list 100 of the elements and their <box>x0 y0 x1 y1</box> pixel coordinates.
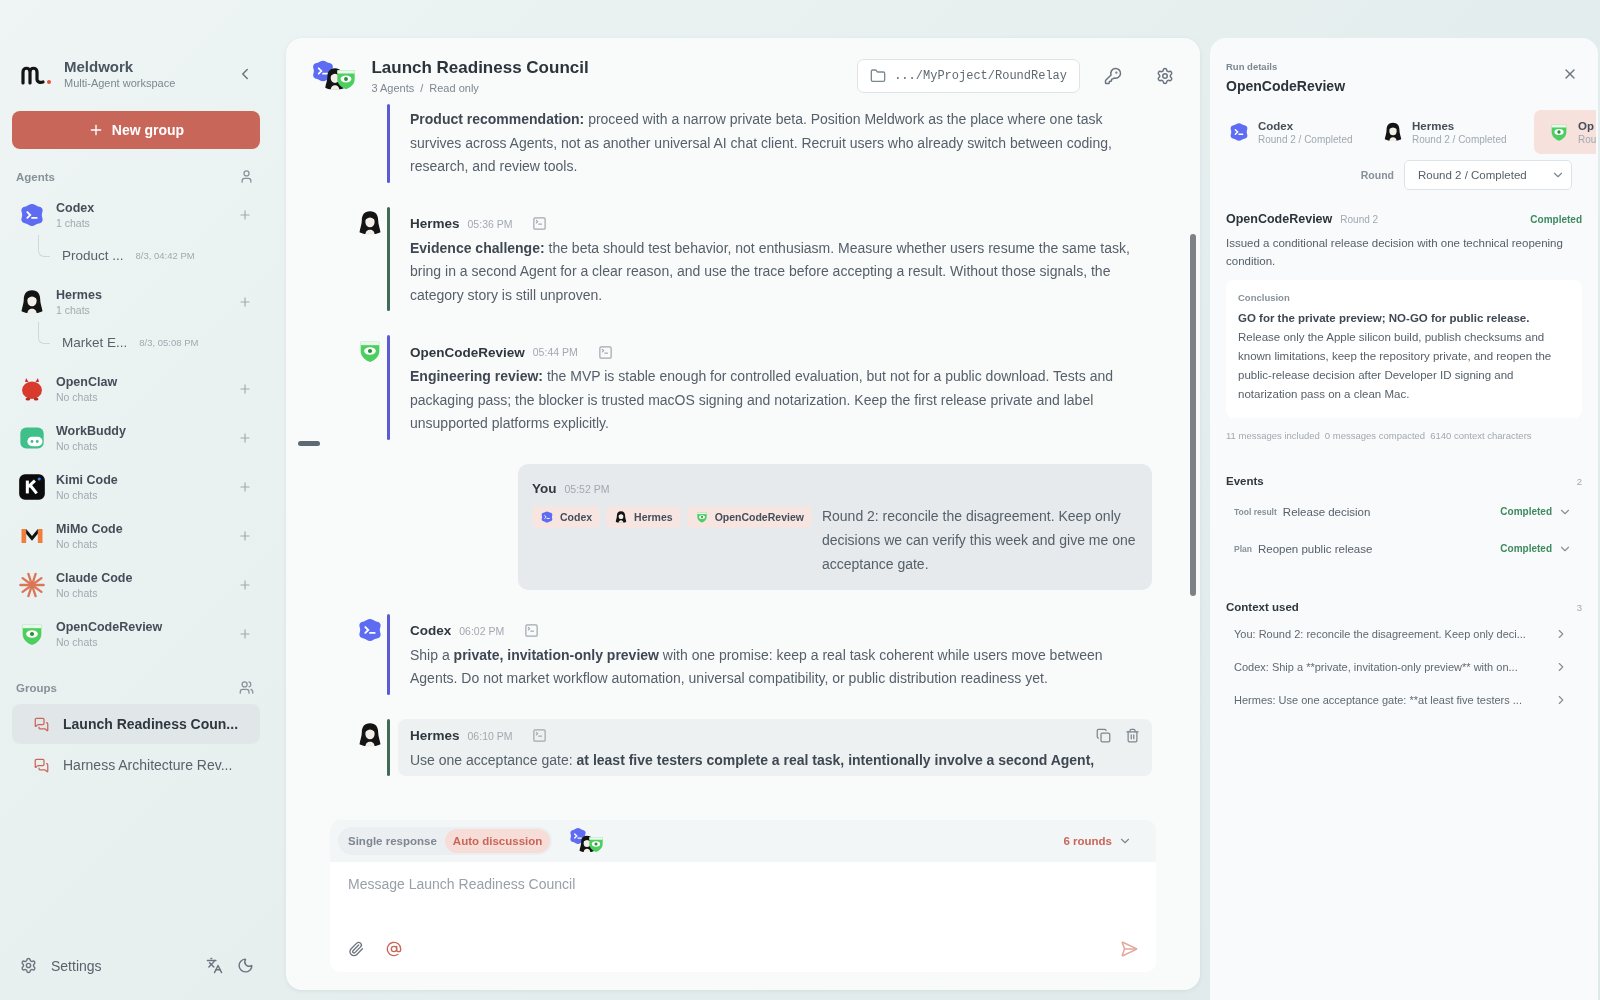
event-type: Tool result <box>1234 506 1277 517</box>
conclusion-label: Conclusion <box>1238 292 1291 303</box>
context-item[interactable]: Hermes: Use one acceptance gate: **at least five testers ... <box>1234 693 1522 706</box>
chat-count: No chats <box>56 635 99 648</box>
shield-eye-icon <box>694 509 709 524</box>
add-icon[interactable] <box>238 430 252 445</box>
message-time: 05:44 PM <box>532 346 578 358</box>
add-icon[interactable] <box>238 207 252 222</box>
terminal-icon[interactable] <box>597 344 613 360</box>
chat-title[interactable]: Market E... <box>62 334 128 350</box>
terminal-icon[interactable] <box>532 216 548 231</box>
event-title: Reopen public release <box>1257 542 1374 555</box>
status-label: Completed <box>1530 214 1582 225</box>
item-count: 2 <box>1576 475 1582 487</box>
terminal-icon[interactable] <box>532 728 548 743</box>
agent-item[interactable]: MiMo Code No chats <box>12 511 260 560</box>
event-type: Plan <box>1234 543 1252 554</box>
agent-name: MiMo Code <box>56 521 124 536</box>
mention-chip: Hermes <box>606 505 681 528</box>
agent-tab[interactable]: Codex Round 2 / Completed <box>1226 110 1378 154</box>
agent-item[interactable]: Kimi Code No chats <box>12 462 260 511</box>
message-field[interactable]: Message Launch Readiness Council <box>346 874 1140 934</box>
terminal-icon[interactable] <box>524 623 540 638</box>
event-title: Release decision <box>1282 505 1372 518</box>
trash-icon[interactable] <box>1125 728 1140 743</box>
chat-count: 1 chats <box>56 303 91 316</box>
rounds-dropdown[interactable]: 6 rounds <box>1057 833 1138 849</box>
agent-item[interactable]: OpenCodeReview No chats <box>12 609 260 658</box>
add-icon[interactable] <box>238 294 252 309</box>
agent-name: OpenClaw <box>56 374 119 389</box>
starburst-icon <box>18 570 46 599</box>
agent-name: Claude Code <box>56 570 134 585</box>
message-text: Round 2: reconcile the disagreement. Keep only decisions we can verify this week and give me one acceptance gate. <box>821 506 1136 574</box>
mention-icon[interactable] <box>386 941 402 957</box>
agent-name: OpenCodeReview <box>1226 212 1333 226</box>
message-author: Codex <box>410 623 452 638</box>
folder-button[interactable]: .../MyProject/RoundRelay <box>857 59 1080 93</box>
message-text: Product recommendation: proceed with a narrow private beta. Position Meldwork as the place where one task survives across Agents, not as another universal AI chat client. Recruit users who already switch between coding, research, and review tools. <box>410 110 1113 176</box>
group-item[interactable]: Harness Architecture Rev... <box>12 745 260 785</box>
chat-bubbles-icon <box>34 716 49 732</box>
agent-tab[interactable]: Hermes Round 2 / Completed <box>1380 110 1532 154</box>
section-heading: Agents <box>16 170 55 183</box>
agent-tab[interactable]: Op Rou <box>1534 110 1597 154</box>
copy-icon[interactable] <box>1096 728 1111 743</box>
add-icon[interactable] <box>238 381 252 396</box>
add-icon[interactable] <box>238 479 252 494</box>
add-icon[interactable] <box>238 528 252 543</box>
message-text: Use one acceptance gate: at least five testers complete a real task, intentionally involve a second Agent, <box>410 750 1096 770</box>
agent-item[interactable]: Codex 1 chats <box>12 190 260 239</box>
key-icon[interactable] <box>1104 67 1122 85</box>
event-item[interactable]: Tool result Release decision Completed <box>1226 493 1582 530</box>
agent-name: Codex <box>56 200 96 215</box>
conclusion-text: GO for the private preview; NO-GO for public release. Release only the Apple silicon build, publish checksums and known limitations, keep the repository private, and reopen the public-release decision after Developer ID signing and notarization pass on a clean Mac. <box>1238 311 1553 402</box>
chat-time: 8/3, 04:42 PM <box>135 249 195 261</box>
conversation-title: Launch Readiness Council <box>371 58 590 78</box>
agent-count: 3 Agents <box>371 82 415 94</box>
message-author: You <box>532 481 557 496</box>
chat-title[interactable]: Product ... <box>62 247 124 263</box>
composer-box[interactable]: Message Launch Readiness Council <box>330 862 1156 972</box>
settings-icon[interactable] <box>1156 67 1174 85</box>
resize-handle[interactable] <box>298 441 320 446</box>
send-icon[interactable] <box>1120 940 1138 958</box>
moon-icon[interactable] <box>237 957 254 974</box>
round-number: Round 2 <box>1340 214 1379 225</box>
round-select[interactable]: Round 2 / Completed <box>1404 160 1572 190</box>
stat-text: 11 messages included <box>1226 430 1320 441</box>
section-heading: Context used <box>1226 601 1299 613</box>
separator: / <box>420 82 424 94</box>
message-author: Hermes <box>410 216 460 231</box>
status-label: Completed <box>1500 543 1552 554</box>
agent-item[interactable]: Claude Code No chats <box>12 560 260 609</box>
agent-name: Kimi Code <box>56 472 119 487</box>
agent-item[interactable]: WorkBuddy No chats <box>12 413 260 462</box>
chat-count: No chats <box>56 439 99 452</box>
event-item[interactable]: Plan Reopen public release Completed <box>1226 530 1582 567</box>
chat-time: 8/3, 05:08 PM <box>139 336 199 348</box>
settings-icon[interactable] <box>20 957 37 974</box>
app-name: Meldwork <box>64 58 135 75</box>
group-item[interactable]: Launch Readiness Coun... <box>12 704 260 744</box>
agent-name: OpenCodeReview <box>56 619 164 634</box>
message-text: Evidence challenge: the beta should test behavior, not enthusiasm. Measure whether users resume the same task, bring in a second Agent for a clear reason, and use the trace before accepting a result. Without those signals, the category story is still unproven. <box>410 238 1131 305</box>
terminal-blob-icon <box>1228 121 1250 143</box>
message-text: Engineering review: the MVP is stable enough for controlled evaluation, but not for a public download. Tests and packaging pass; the blocker is trusted macOS signing and notarization. Keep the first release private and label unsupported platforms explicitly. <box>410 367 1114 433</box>
agent-item[interactable]: OpenClaw No chats <box>12 364 260 413</box>
section-heading: Groups <box>16 681 57 694</box>
context-item[interactable]: Codex: Ship a **private, invitation-only preview** with on... <box>1234 660 1518 673</box>
context-item[interactable]: You: Round 2: reconcile the disagreement. Keep only deci... <box>1234 627 1526 640</box>
message-time: 05:36 PM <box>467 217 513 230</box>
attach-icon[interactable] <box>348 941 364 957</box>
add-icon[interactable] <box>238 626 252 641</box>
agent-item[interactable]: Hermes 1 chats <box>12 277 260 326</box>
new-group-button[interactable]: New group <box>12 111 260 149</box>
message-author: Hermes <box>410 728 460 743</box>
translate-icon[interactable] <box>206 957 223 974</box>
item-count: 3 <box>1576 601 1582 613</box>
settings-link[interactable]: Settings <box>51 957 192 974</box>
person-icon[interactable] <box>239 169 254 184</box>
scrollbar-thumb[interactable] <box>1190 234 1196 596</box>
add-icon[interactable] <box>238 577 252 592</box>
people-icon[interactable] <box>239 680 254 695</box>
